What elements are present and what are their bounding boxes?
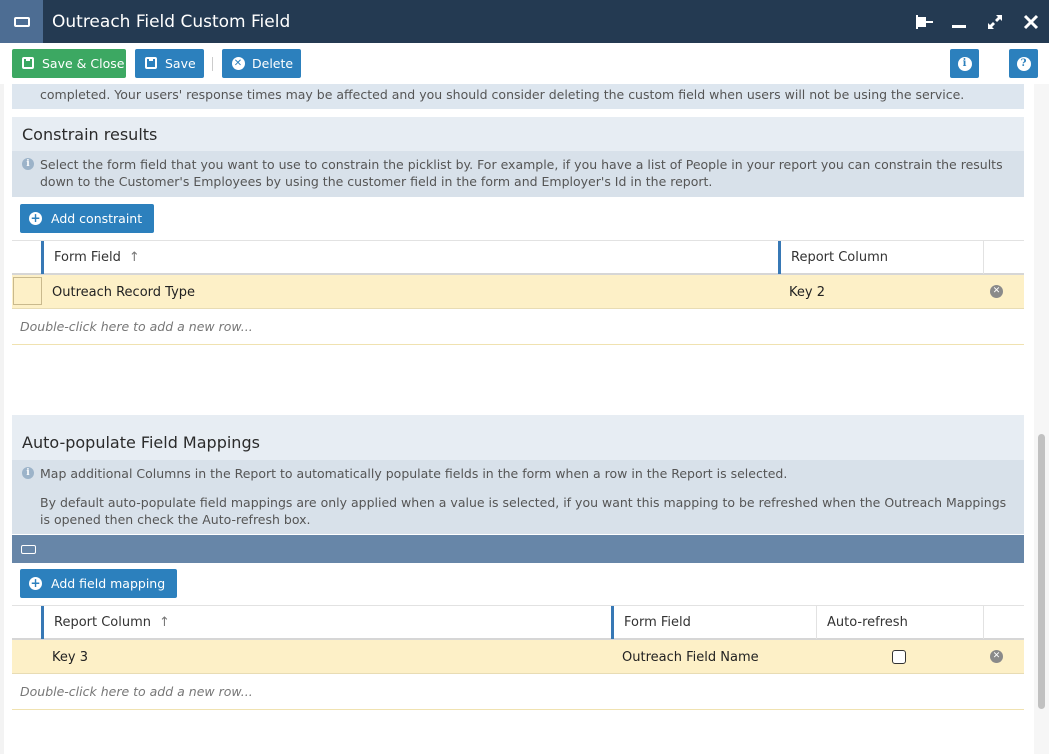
constrain-info-text: Select the form field that you want to u… (40, 157, 1003, 189)
minimize-icon[interactable] (941, 14, 977, 30)
row-selector[interactable] (13, 277, 42, 305)
add-field-mapping-button[interactable]: + Add field mapping (20, 569, 178, 598)
mappings-info-text-1: Map additional Columns in the Report to … (40, 466, 788, 481)
auto-refresh-checkbox[interactable] (892, 650, 906, 664)
info-icon: i (957, 56, 972, 71)
save-label: Save (165, 56, 196, 71)
save-close-button[interactable]: Save & Close (12, 49, 126, 78)
save-icon (21, 56, 35, 70)
remove-row-icon[interactable]: ✕ (990, 650, 1003, 663)
add-row-hint[interactable]: Double-click here to add a new row... (12, 674, 1024, 710)
column-label: Form Field (54, 250, 121, 265)
pin-icon[interactable] (905, 14, 941, 29)
column-label: Auto-refresh (827, 615, 908, 630)
scrollbar-thumb[interactable] (1038, 434, 1045, 709)
column-label: Report Column (54, 615, 152, 630)
delete-button[interactable]: ✕ Delete (222, 49, 301, 78)
window-titlebar: Outreach Field Custom Field (0, 0, 1049, 43)
column-label: Report Column (791, 250, 889, 265)
mappings-info: i Map additional Columns in the Report t… (12, 460, 1024, 534)
mappings-toolbar-band (12, 535, 1024, 563)
mapping-grid-header: Report Column ↑ Form Field Auto-refresh (12, 605, 1024, 640)
window-icon (0, 0, 43, 43)
left-edge (0, 84, 4, 754)
info-icon: i (22, 467, 34, 479)
help-button[interactable]: ? (1009, 49, 1038, 78)
cell-form-field[interactable]: Outreach Record Type (52, 275, 195, 309)
plus-icon: + (29, 576, 42, 590)
table-row[interactable]: Key 3 Outreach Field Name ✕ (12, 640, 1024, 674)
column-actions (983, 241, 1024, 274)
constraint-grid-header: Form Field ↑ Report Column (12, 240, 1024, 275)
close-icon[interactable] (1013, 14, 1049, 30)
form-content: completed. Your users' response times ma… (12, 84, 1024, 754)
add-constraint-button[interactable]: + Add constraint (20, 204, 155, 233)
help-icon: ? (1016, 56, 1031, 71)
maximize-icon[interactable] (977, 13, 1013, 31)
column-report-column[interactable]: Report Column ↑ (41, 606, 611, 639)
column-label: Form Field (624, 615, 691, 630)
column-auto-refresh[interactable]: Auto-refresh (816, 606, 983, 639)
delete-icon: ✕ (231, 56, 245, 70)
add-constraint-label: Add constraint (51, 211, 143, 226)
column-report-column[interactable]: Report Column (778, 241, 983, 274)
constrain-info: i Select the form field that you want to… (12, 151, 1024, 197)
plus-icon: + (29, 211, 42, 225)
column-actions (983, 606, 1024, 639)
remove-row-icon[interactable]: ✕ (990, 285, 1003, 298)
sort-ascending-icon: ↑ (128, 250, 140, 265)
add-row-hint[interactable]: Double-click here to add a new row... (12, 309, 1024, 345)
window-title: Outreach Field Custom Field (52, 11, 291, 32)
performance-notice: completed. Your users' response times ma… (12, 84, 1024, 109)
save-icon (144, 56, 158, 70)
add-field-mapping-label: Add field mapping (51, 576, 166, 591)
mappings-section-title: Auto-populate Field Mappings (12, 415, 1024, 460)
cell-form-field[interactable]: Outreach Field Name (622, 640, 759, 674)
cell-report-column[interactable]: Key 2 (789, 275, 825, 309)
cell-auto-refresh (892, 640, 906, 674)
toolbar-divider (212, 57, 213, 71)
mappings-info-text-2: By default auto-populate field mappings … (40, 495, 1007, 527)
sort-ascending-icon: ↑ (159, 615, 170, 630)
column-form-field[interactable]: Form Field (611, 606, 816, 639)
save-button[interactable]: Save (135, 49, 204, 78)
cell-report-column[interactable]: Key 3 (52, 640, 88, 674)
info-button[interactable]: i (950, 49, 979, 78)
table-row[interactable]: Outreach Record Type Key 2 ✕ (12, 275, 1024, 309)
vertical-scrollbar[interactable] (1034, 84, 1049, 754)
info-icon: i (22, 158, 34, 170)
toolbar: Save & Close Save ✕ Delete i ? (0, 43, 1049, 84)
delete-label: Delete (252, 56, 294, 71)
panel-icon (21, 545, 36, 554)
constrain-section-title: Constrain results (12, 117, 1024, 151)
save-close-label: Save & Close (42, 56, 125, 71)
column-form-field[interactable]: Form Field ↑ (41, 241, 778, 274)
